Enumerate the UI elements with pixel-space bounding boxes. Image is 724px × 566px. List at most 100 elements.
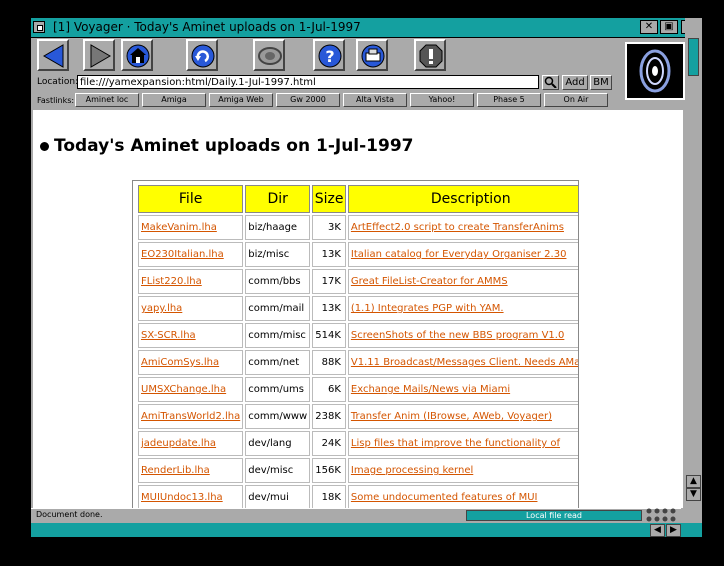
table-row: jadeupdate.lha dev/lang 24K Lisp files t… — [138, 431, 578, 456]
title-bar[interactable]: [1] Voyager · Today's Aminet uploads on … — [31, 18, 702, 38]
dir-cell: comm/bbs — [245, 269, 311, 294]
column-header-size: Size — [312, 185, 346, 213]
dir-cell: comm/mail — [245, 296, 311, 321]
search-icon — [544, 76, 557, 89]
search-button[interactable] — [542, 75, 559, 90]
help-button[interactable]: ? — [313, 39, 345, 71]
table-row: AmiComSys.lha comm/net 88K V1.11 Broadca… — [138, 350, 578, 375]
close-gadget[interactable] — [33, 21, 45, 33]
dir-cell: comm/misc — [245, 323, 311, 348]
forward-button[interactable] — [83, 39, 115, 71]
images-icon — [258, 47, 282, 65]
fastlink-amiga[interactable]: Amiga — [142, 93, 206, 107]
size-cell: 6K — [312, 377, 346, 402]
fastlink-gw-2000[interactable]: Gw 2000 — [276, 93, 340, 107]
description-link[interactable]: ScreenShots of the new BBS program V1.0 — [347, 323, 578, 348]
stop-button[interactable] — [414, 39, 446, 71]
fastlink-on-air[interactable]: On Air — [544, 93, 608, 107]
heading-bullet — [40, 142, 49, 151]
reload-button[interactable] — [186, 39, 218, 71]
file-link[interactable]: SX-SCR.lha — [138, 323, 244, 348]
zoom-gadget[interactable]: ▣ — [660, 20, 678, 34]
uploads-table-frame: File Dir Size Description MakeVanim.lha … — [132, 180, 579, 508]
file-link[interactable]: AmiComSys.lha — [138, 350, 244, 375]
location-input[interactable] — [77, 75, 539, 89]
description-link[interactable]: ArtEffect2.0 script to create TransferAn… — [347, 215, 578, 240]
vertical-scroll-thumb[interactable] — [688, 38, 699, 76]
fastlink-yahoo[interactable]: Yahoo! — [410, 93, 474, 107]
description-link[interactable]: Image processing kernel — [347, 458, 578, 483]
table-row: MUIUndoc13.lha dev/mui 18K Some undocume… — [138, 485, 578, 508]
dir-cell: comm/www — [245, 404, 311, 429]
file-link[interactable]: EO230Italian.lha — [138, 242, 244, 267]
home-button[interactable] — [121, 39, 153, 71]
nav-toolbar: ? — [31, 38, 619, 80]
description-link[interactable]: Some undocumented features of MUI — [347, 485, 578, 508]
page-content[interactable]: Today's Aminet uploads on 1-Jul-1997 Fil… — [33, 110, 683, 508]
back-icon — [43, 44, 64, 68]
status-text: Document done. — [36, 510, 103, 519]
description-link[interactable]: Great FileList-Creator for AMMS — [347, 269, 578, 294]
table-row: MakeVanim.lha biz/haage 3K ArtEffect2.0 … — [138, 215, 578, 240]
description-link[interactable]: V1.11 Broadcast/Messages Client. Needs A… — [347, 350, 578, 375]
horizontal-scrollbar[interactable]: ◀ ▶ — [31, 523, 702, 537]
file-link[interactable]: jadeupdate.lha — [138, 431, 244, 456]
scroll-left-arrow[interactable]: ◀ — [650, 524, 665, 537]
file-link[interactable]: FList220.lha — [138, 269, 244, 294]
table-row: RenderLib.lha dev/misc 156K Image proces… — [138, 458, 578, 483]
size-cell: 24K — [312, 431, 346, 456]
description-link[interactable]: Italian catalog for Everyday Organiser 2… — [347, 242, 578, 267]
column-header-description: Description — [347, 185, 578, 213]
size-cell: 18K — [312, 485, 346, 508]
description-link[interactable]: Lisp files that improve the functionalit… — [347, 431, 578, 456]
scroll-down-arrow[interactable]: ▼ — [686, 488, 701, 501]
file-link[interactable]: AmiTransWorld2.lha — [138, 404, 244, 429]
fastlink-aminet-loc[interactable]: Aminet loc — [75, 93, 139, 107]
table-row: UMSXChange.lha comm/ums 6K Exchange Mail… — [138, 377, 578, 402]
fastlink-amiga-web[interactable]: Amiga Web — [209, 93, 273, 107]
table-row: FList220.lha comm/bbs 17K Great FileList… — [138, 269, 578, 294]
dir-cell: biz/misc — [245, 242, 311, 267]
description-link[interactable]: (1.1) Integrates PGP with YAM. — [347, 296, 578, 321]
column-header-file: File — [138, 185, 244, 213]
dir-cell: dev/lang — [245, 431, 311, 456]
add-bookmark-button[interactable]: Add — [562, 75, 588, 90]
stop-icon — [419, 44, 443, 68]
column-header-dir: Dir — [245, 185, 311, 213]
file-link[interactable]: RenderLib.lha — [138, 458, 244, 483]
uploads-table: File Dir Size Description MakeVanim.lha … — [136, 183, 578, 508]
progress-bar: Local file read — [466, 510, 642, 521]
browser-window: [1] Voyager · Today's Aminet uploads on … — [31, 18, 702, 537]
file-link[interactable]: UMSXChange.lha — [138, 377, 244, 402]
bookmarks-button[interactable]: BM — [590, 75, 612, 90]
file-link[interactable]: MakeVanim.lha — [138, 215, 244, 240]
help-icon: ? — [318, 44, 342, 68]
print-icon — [361, 44, 385, 68]
activity-dots-icon — [646, 508, 676, 522]
back-button[interactable] — [37, 39, 69, 71]
fastlinks-label: Fastlinks: — [37, 96, 75, 105]
fastlink-alta-vista[interactable]: Alta Vista — [343, 93, 407, 107]
size-cell: 88K — [312, 350, 346, 375]
vertical-scrollbar[interactable]: ▲ ▼ — [685, 18, 702, 501]
voyager-logo — [625, 42, 685, 100]
description-link[interactable]: Exchange Mails/News via Miami — [347, 377, 578, 402]
fastlink-phase-5[interactable]: Phase 5 — [477, 93, 541, 107]
dir-cell: dev/mui — [245, 485, 311, 508]
size-cell: 13K — [312, 296, 346, 321]
description-link[interactable]: Transfer Anim (IBrowse, AWeb, Voyager) — [347, 404, 578, 429]
images-button[interactable] — [253, 39, 285, 71]
size-cell: 17K — [312, 269, 346, 294]
print-button[interactable] — [356, 39, 388, 71]
size-cell: 514K — [312, 323, 346, 348]
scroll-up-arrow[interactable]: ▲ — [686, 475, 701, 488]
file-link[interactable]: MUIUndoc13.lha — [138, 485, 244, 508]
size-cell: 156K — [312, 458, 346, 483]
home-icon — [126, 44, 150, 68]
status-bar: Document done. Local file read — [31, 508, 681, 523]
scroll-right-arrow[interactable]: ▶ — [666, 524, 681, 537]
size-cell: 238K — [312, 404, 346, 429]
iconify-gadget[interactable]: ✕ — [640, 20, 658, 34]
file-link[interactable]: yapy.lha — [138, 296, 244, 321]
table-row: yapy.lha comm/mail 13K (1.1) Integrates … — [138, 296, 578, 321]
